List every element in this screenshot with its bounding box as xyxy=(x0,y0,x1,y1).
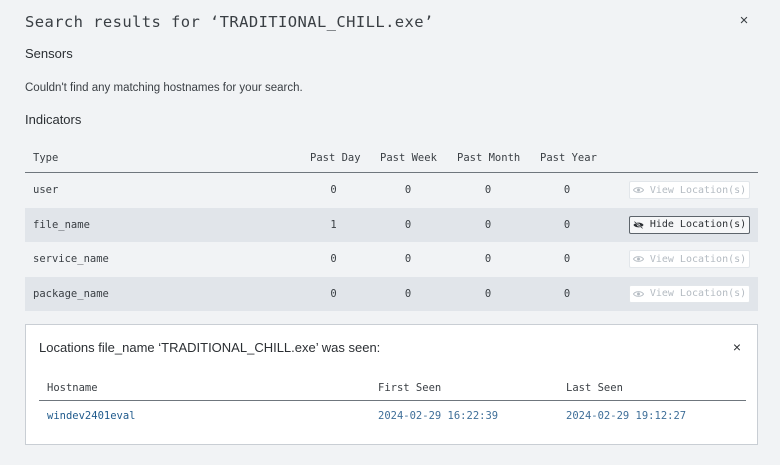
view-locations-label: View Location(s) xyxy=(649,253,747,265)
view-locations-label: View Location(s) xyxy=(649,184,747,196)
table-row: package_name 0 0 0 0 View Location(s) xyxy=(25,276,758,311)
hostname-link[interactable]: windev2401eval xyxy=(47,405,136,427)
past-year-count: 0 xyxy=(563,287,571,300)
column-header-hostname: Hostname xyxy=(47,382,98,394)
past-month-count: 0 xyxy=(484,184,492,196)
indicator-type: package_name xyxy=(33,287,109,300)
locations-table-header: Hostname First Seen Last Seen xyxy=(39,377,746,401)
eye-icon xyxy=(632,290,644,297)
column-header-first-seen: First Seen xyxy=(378,382,442,394)
column-header-past-year: Past Year xyxy=(540,152,597,164)
sensors-heading: Sensors xyxy=(25,46,73,61)
past-day-count: 0 xyxy=(330,184,337,196)
past-day-count: 0 xyxy=(330,253,337,265)
indicator-type: service_name xyxy=(33,253,109,265)
past-day-count: 0 xyxy=(330,287,337,300)
eye-icon xyxy=(632,256,644,262)
indicator-type: user xyxy=(33,184,59,196)
indicators-table: Type Past Day Past Week Past Month Past … xyxy=(25,145,758,311)
locations-panel-title: Locations file_name ‘TRADITIONAL_CHILL.e… xyxy=(39,340,381,355)
past-day-count: 1 xyxy=(330,218,337,231)
eye-slash-icon xyxy=(633,220,644,229)
hide-locations-label: Hide Location(s) xyxy=(649,219,747,230)
past-month-count: 0 xyxy=(484,253,492,265)
past-week-count: 0 xyxy=(404,218,412,231)
view-locations-button[interactable]: View Location(s) xyxy=(629,284,750,303)
past-month-count: 0 xyxy=(484,287,492,300)
page-title: Search results for ‘TRADITIONAL_CHILL.ex… xyxy=(25,13,434,31)
past-year-count: 0 xyxy=(563,218,571,231)
no-hostnames-message: Couldn't find any matching hostnames for… xyxy=(25,82,303,94)
indicator-type: file_name xyxy=(33,218,90,231)
table-row: service_name 0 0 0 0 View Location(s) xyxy=(25,242,758,277)
view-locations-button[interactable]: View Location(s) xyxy=(629,181,750,199)
column-header-past-day: Past Day xyxy=(310,152,361,164)
locations-panel: Locations file_name ‘TRADITIONAL_CHILL.e… xyxy=(25,324,758,445)
first-seen-value: 2024-02-29 16:22:39 xyxy=(378,410,499,422)
column-header-type: Type xyxy=(33,152,59,164)
last-seen-value: 2024-02-29 19:12:27 xyxy=(566,410,687,422)
close-icon[interactable]: × xyxy=(736,12,752,30)
table-row: windev2401eval 2024-02-29 16:22:39 2024-… xyxy=(39,405,746,429)
column-header-past-week: Past Week xyxy=(380,152,437,164)
table-row: user 0 0 0 0 View Location(s) xyxy=(25,173,758,208)
table-row: file_name 1 0 0 0 Hide Location(s) xyxy=(25,207,758,242)
past-month-count: 0 xyxy=(484,218,492,231)
past-week-count: 0 xyxy=(404,253,412,265)
eye-icon xyxy=(632,187,644,193)
past-week-count: 0 xyxy=(404,184,412,196)
past-year-count: 0 xyxy=(563,253,571,265)
indicators-table-header: Type Past Day Past Week Past Month Past … xyxy=(25,145,758,173)
close-icon[interactable]: × xyxy=(729,338,745,356)
indicators-heading: Indicators xyxy=(25,112,82,127)
column-header-past-month: Past Month xyxy=(457,152,521,164)
hide-locations-button[interactable]: Hide Location(s) xyxy=(629,215,750,234)
past-week-count: 0 xyxy=(404,287,412,300)
column-header-last-seen: Last Seen xyxy=(566,382,623,394)
view-locations-label: View Location(s) xyxy=(649,288,747,299)
past-year-count: 0 xyxy=(563,184,571,196)
view-locations-button[interactable]: View Location(s) xyxy=(629,250,750,268)
